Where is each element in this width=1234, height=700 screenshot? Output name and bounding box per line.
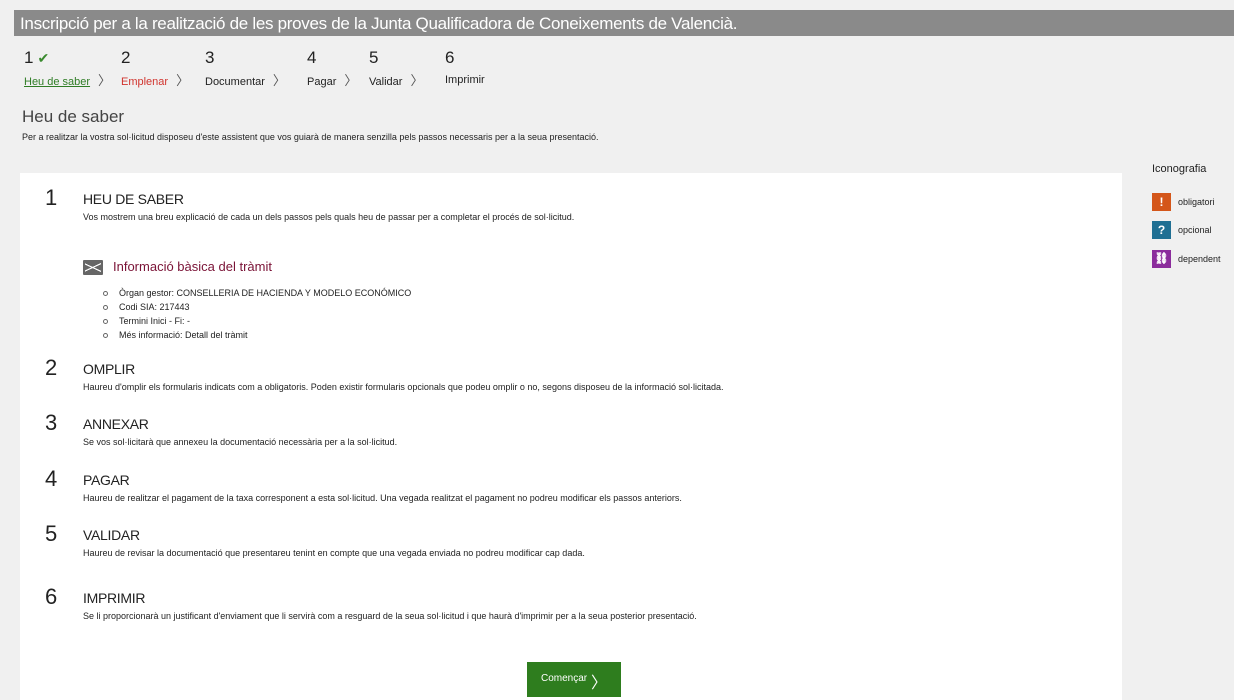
legend-label: obligatori [1178,197,1215,207]
section-title: HEU DE SABER [83,191,184,207]
section-description: Vos mostrem una breu explicació de cada … [83,212,575,222]
chevron-right-icon: 〉 [590,675,607,692]
exclamation-icon: ! [1152,193,1171,211]
chevron-right-icon: 〉 [410,73,424,88]
step-label-imprimir: Imprimir [445,74,485,86]
chevron-right-icon: 〉 [272,73,286,88]
step-label-pagar: Pagar [307,76,337,88]
envelope-icon [83,260,103,275]
step-number: 5 [369,48,379,67]
step-4: 4 Pagar 〉 [307,48,357,90]
app-header: Inscripció per a la realització de les p… [14,10,1234,36]
section-title: ANNEXAR [83,416,149,432]
start-button[interactable]: Començar 〉 [527,662,621,697]
section-description: Haureu de revisar la documentació que pr… [83,548,585,558]
info-list: Òrgan gestor: CONSELLERIA DE HACIENDA Y … [103,286,411,342]
page-intro: Per a realitzar la vostra sol·licitud di… [22,132,599,142]
section-title: IMPRIMIR [83,590,146,606]
info-item-termini: Termini Inici - Fi: - [103,314,411,328]
section-number: 2 [45,355,58,380]
info-item-organ: Òrgan gestor: CONSELLERIA DE HACIENDA Y … [103,286,411,300]
question-icon: ? [1152,221,1171,239]
info-title: Informació bàsica del tràmit [113,259,272,274]
section-number: 6 [45,584,58,609]
step-number: 4 [307,48,317,67]
step-number: 1 [24,48,34,67]
step-2[interactable]: 2 Emplenar 〉 [121,48,189,90]
legend-label: dependent [1178,254,1221,264]
checkmark-icon: ✔ [37,50,50,66]
section-title: PAGAR [83,472,130,488]
step-6: 6 Imprimir [445,48,485,88]
section-number: 4 [45,466,58,491]
section-title: OMPLIR [83,361,135,377]
iconography-legend: Iconografia ! obligatori ? opcional ⛓ de… [1152,163,1221,268]
chevron-right-icon: 〉 [98,73,112,88]
section-description: Haureu d'omplir els formularis indicats … [83,382,724,392]
step-label-emplenar: Emplenar [121,76,169,88]
link-icon: ⛓ [1152,250,1171,268]
section-description: Haureu de realitzar el pagament de la ta… [83,493,682,503]
app-title: Inscripció per a la realització de les p… [20,14,738,33]
start-button-label: Començar [541,673,588,684]
page-title: Heu de saber [22,107,125,126]
chevron-right-icon: 〉 [344,73,358,88]
step-1[interactable]: 1 ✔ Heu de saber 〉 [24,48,111,90]
step-label-documentar: Documentar [205,76,265,88]
section-title: VALIDAR [83,527,140,543]
section-description: Se vos sol·licitarà que annexeu la docum… [83,437,398,447]
step-label-heu-de-saber[interactable]: Heu de saber [24,76,90,88]
step-3: 3 Documentar 〉 [205,48,286,90]
chevron-right-icon: 〉 [176,73,190,88]
info-item-codi-sia: Codi SIA: 217443 [103,300,411,314]
section-number: 5 [45,521,58,546]
steps-explanation-panel: 1 HEU DE SABER Vos mostrem una breu expl… [20,173,1122,700]
legend-label: opcional [1178,225,1212,235]
info-item-mes-informacio[interactable]: Més informació: Detall del tràmit [103,328,411,342]
step-number: 6 [445,48,455,67]
legend-title: Iconografia [1152,163,1207,175]
step-number: 3 [205,48,215,67]
section-description: Se li proporcionarà un justificant d'env… [83,611,697,621]
section-number: 1 [45,185,58,210]
step-number: 2 [121,48,131,67]
section-number: 3 [45,410,58,435]
step-label-validar: Validar [369,76,403,88]
step-5: 5 Validar 〉 [369,48,423,90]
